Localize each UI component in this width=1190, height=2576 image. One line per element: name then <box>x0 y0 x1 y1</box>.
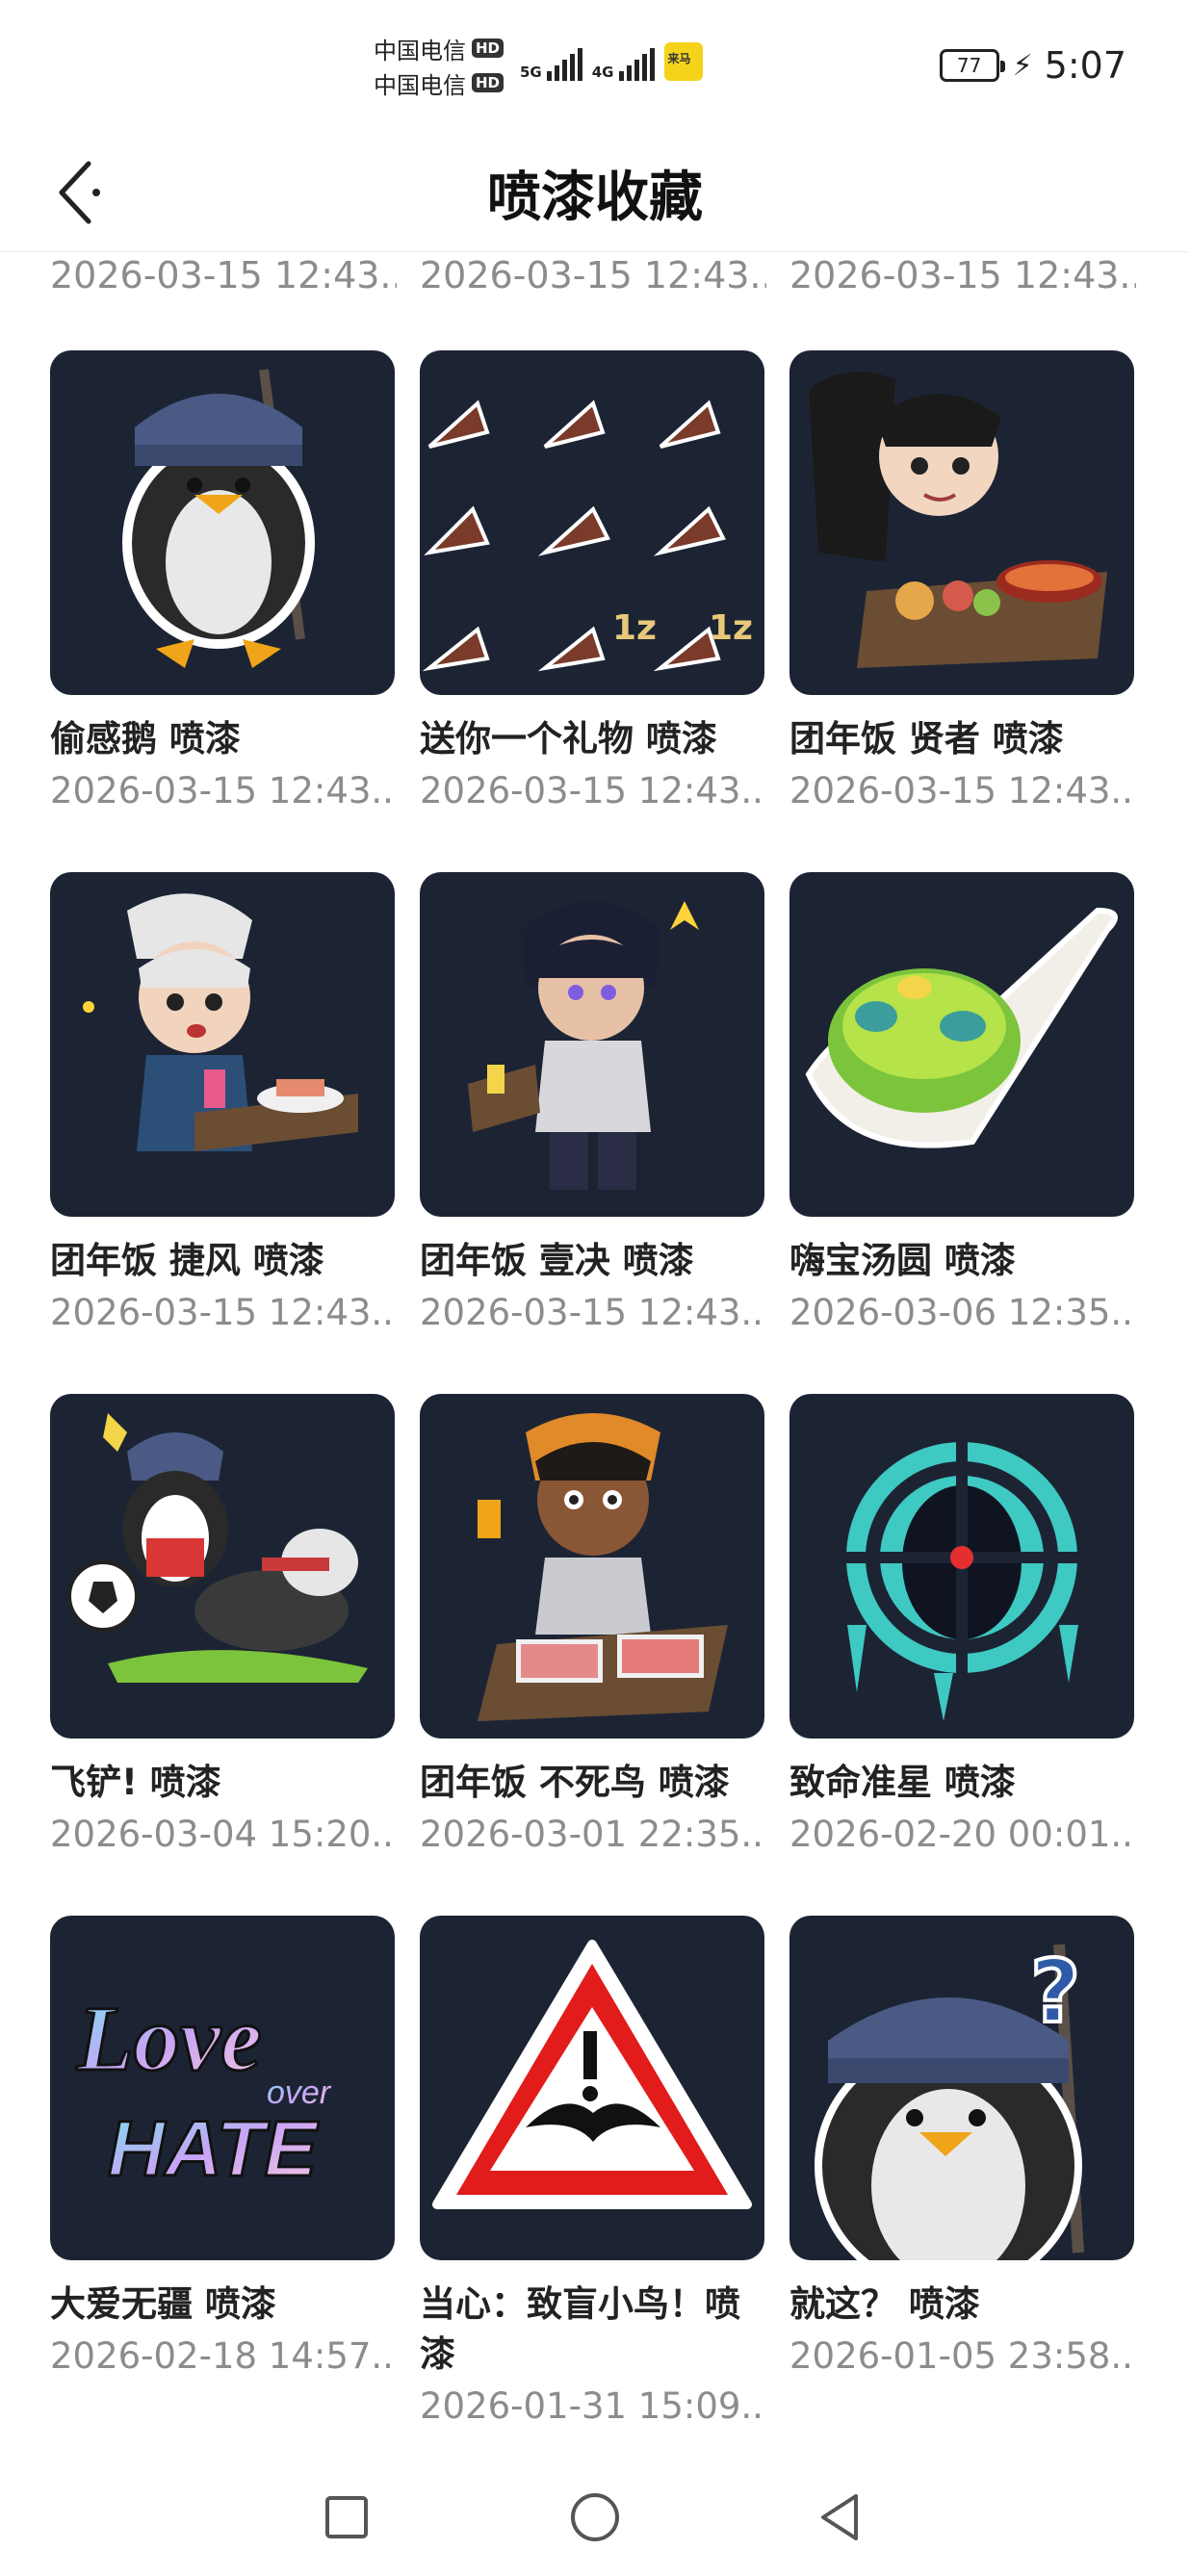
phoenix-dinner-icon <box>478 1413 728 1721</box>
signal-indicators: 5G 4G 来马 <box>520 42 703 81</box>
item-title: 送你一个礼物 喷漆 <box>420 718 717 760</box>
spray-thumbnail[interactable] <box>420 872 764 1217</box>
spray-card[interactable]: 1z 1z 送你一个礼物 喷漆 2026-03-15 12:43... <box>420 350 766 811</box>
spray-thumbnail[interactable]: 1z 1z <box>420 350 764 695</box>
spray-thumbnail[interactable] <box>420 1916 764 2260</box>
spray-thumbnail[interactable] <box>789 872 1134 1217</box>
crosshair-icon <box>828 1423 1098 1721</box>
item-date: 2026-03-01 22:35... <box>420 1814 766 1855</box>
item-date: 2026-02-18 14:57... <box>50 2335 397 2377</box>
warning-bird-icon <box>432 1940 752 2209</box>
app-icon-text: 来马 <box>667 52 691 65</box>
home-button[interactable] <box>561 2484 629 2551</box>
item-date: 2026-03-15 12:43... <box>50 770 397 811</box>
penguin-question-icon: ? <box>815 1940 1084 2260</box>
status-bar: 中国电信 HD 中国电信 HD 5G 4G 来马 77 ⚡ 5:07 <box>0 0 1190 135</box>
spray-card[interactable]: 嗨宝汤圆 喷漆 2026-03-06 12:35... <box>789 872 1136 1333</box>
iso-dinner-icon <box>468 901 699 1190</box>
item-title: 团年饭 不死鸟 喷漆 <box>420 1762 730 1803</box>
app-screen: 中国电信 HD 中国电信 HD 5G 4G 来马 77 ⚡ 5:07 喷漆收藏 … <box>0 0 1190 2576</box>
art-text: 1z <box>709 608 753 648</box>
signal-4g-icon: 4G <box>592 48 655 81</box>
hd-badge: HD <box>472 73 504 92</box>
item-title: 嗨宝汤圆 喷漆 <box>789 1240 1016 1281</box>
spray-card[interactable]: Love over HATE 大爱无疆 喷漆 2026-02-18 14:57.… <box>50 1916 397 2377</box>
carrier-info: 中国电信 HD 中国电信 HD <box>374 31 504 100</box>
partial-row: 2026-03-15 12:43... 2026-03-15 12:43... … <box>0 254 1190 300</box>
signal-type-label: 5G <box>520 64 542 81</box>
battery-level: 77 <box>956 54 982 77</box>
carrier-line-1: 中国电信 HD <box>374 31 504 65</box>
spray-thumbnail[interactable]: ? <box>789 1916 1134 2260</box>
penguin-hat-icon <box>122 369 315 668</box>
triangle-back-icon <box>821 2494 858 2540</box>
app-notification-icon: 来马 <box>663 42 703 81</box>
spray-card[interactable]: ? 就这？ 喷漆 2026-01-05 23:58... <box>789 1916 1136 2377</box>
carrier-name: 中国电信 <box>374 71 466 99</box>
spray-thumbnail[interactable] <box>50 350 395 695</box>
art-text: ? <box>1030 1942 1080 2043</box>
carrier-name: 中国电信 <box>374 37 466 64</box>
penguin-soccer-icon <box>67 1413 368 1683</box>
square-icon <box>325 2496 368 2538</box>
status-right: 77 ⚡ 5:07 <box>939 44 1126 87</box>
spray-thumbnail[interactable]: Love over HATE <box>50 1916 395 2260</box>
spray-thumbnail[interactable] <box>50 872 395 1217</box>
spray-thumbnail[interactable] <box>420 1394 764 1739</box>
system-nav-bar <box>0 2460 1190 2576</box>
spoon-dumpling-icon <box>805 907 1118 1148</box>
item-title: 大爱无疆 喷漆 <box>50 2283 276 2325</box>
signal-type-label: 4G <box>591 64 614 81</box>
item-title: 偷感鹅 喷漆 <box>50 718 241 760</box>
sage-hotpot-icon <box>809 372 1107 668</box>
cones-icon: 1z 1z <box>422 399 753 672</box>
item-title: 团年饭 捷风 喷漆 <box>50 1240 324 1281</box>
spray-card[interactable]: 团年饭 壹决 喷漆 2026-03-15 12:43... <box>420 872 766 1333</box>
item-date: 2026-01-31 15:09... <box>420 2385 766 2427</box>
page-title: 喷漆收藏 <box>487 167 703 229</box>
hd-badge: HD <box>472 39 504 58</box>
item-title: 致命准星 喷漆 <box>789 1762 1016 1803</box>
status-time: 5:07 <box>1044 44 1126 87</box>
circle-icon <box>571 2493 619 2541</box>
art-text: Love <box>76 1987 262 2090</box>
art-text: HATE <box>108 2105 319 2193</box>
jett-dinner-icon <box>83 893 358 1151</box>
spray-card[interactable]: 飞铲! 喷漆 2026-03-04 15:20... <box>50 1394 397 1855</box>
spray-card[interactable]: 团年饭 不死鸟 喷漆 2026-03-01 22:35... <box>420 1394 766 1855</box>
item-date: 2026-03-15 12:43... <box>50 254 397 296</box>
item-date: 2026-02-20 00:01... <box>789 1814 1136 1855</box>
item-title: 飞铲! 喷漆 <box>50 1762 221 1803</box>
item-date: 2026-03-15 12:43... <box>789 254 1136 296</box>
item-title: 当心：致盲小鸟！喷漆 <box>420 2283 740 2375</box>
page-header: 喷漆收藏 <box>0 135 1190 252</box>
spray-thumbnail[interactable] <box>789 350 1134 695</box>
spray-thumbnail[interactable] <box>789 1394 1134 1739</box>
system-back-button[interactable] <box>807 2484 874 2551</box>
item-date: 2026-03-15 12:43... <box>50 1292 397 1333</box>
item-title: 团年饭 贤者 喷漆 <box>789 718 1064 760</box>
spray-card[interactable]: 当心：致盲小鸟！喷漆 2026-01-31 15:09... <box>420 1916 766 2427</box>
item-date: 2026-03-15 12:43... <box>420 770 766 811</box>
carrier-line-2: 中国电信 HD <box>374 65 504 100</box>
art-text: 1z <box>612 608 657 648</box>
spray-card[interactable]: 致命准星 喷漆 2026-02-20 00:01... <box>789 1394 1136 1855</box>
love-over-hate-icon: Love over HATE <box>75 1986 332 2195</box>
charging-bolt-icon: ⚡ <box>1012 48 1033 83</box>
item-date: 2026-03-15 12:43... <box>789 770 1136 811</box>
recents-button[interactable] <box>313 2484 380 2551</box>
item-title: 就这？ 喷漆 <box>789 2283 980 2325</box>
spray-thumbnail[interactable] <box>50 1394 395 1739</box>
spray-card[interactable]: 团年饭 捷风 喷漆 2026-03-15 12:43... <box>50 872 397 1333</box>
spray-card[interactable]: 偷感鹅 喷漆 2026-03-15 12:43... <box>50 350 397 811</box>
battery-icon: 77 <box>939 49 1005 82</box>
item-title: 团年饭 壹决 喷漆 <box>420 1240 694 1281</box>
item-date: 2026-01-05 23:58... <box>789 2335 1136 2377</box>
item-date: 2026-03-15 12:43... <box>420 1292 766 1333</box>
item-date: 2026-03-06 12:35... <box>789 1292 1136 1333</box>
item-date: 2026-03-15 12:43... <box>420 254 766 296</box>
signal-5g-icon: 5G <box>520 48 582 81</box>
item-date: 2026-03-04 15:20... <box>50 1814 397 1855</box>
spray-card[interactable]: 团年饭 贤者 喷漆 2026-03-15 12:43... <box>789 350 1136 811</box>
